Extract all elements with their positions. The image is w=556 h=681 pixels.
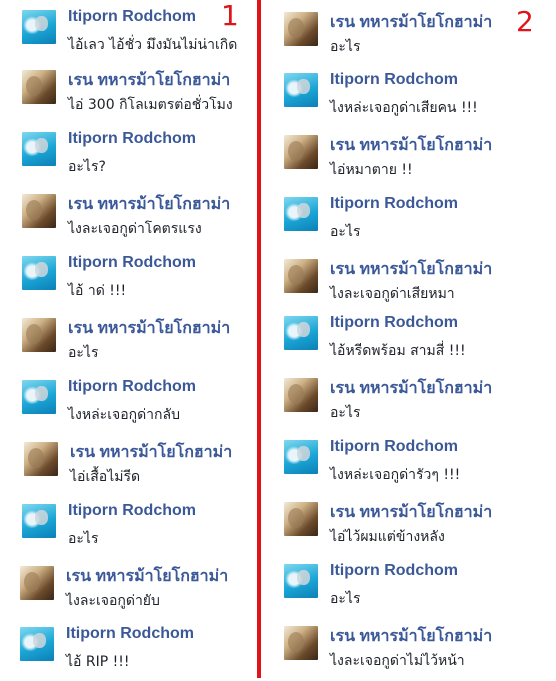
sender-name-link[interactable]: Itiporn Rodchom	[68, 130, 196, 148]
sender-name-link[interactable]: Itiporn Rodchom	[68, 8, 196, 26]
right-message-2: Itiporn Rodchom ไงหล่ะเจอกูด่าเสียคน !!!	[262, 71, 556, 127]
message-text: ไงละเจอกูด่าเสียหมา	[330, 286, 455, 302]
message-text: ไงหล่ะเจอกูด่าเสียคน !!!	[330, 100, 478, 116]
message-text: ไอ่หมาตาย !!	[330, 162, 413, 178]
sender-avatar[interactable]	[22, 70, 56, 104]
sender-name-link[interactable]: เรน ทหารม้าโยโกฮาม่า	[68, 192, 230, 217]
message-text: ไงละเจอกูด่ายับ	[66, 593, 160, 609]
sender-avatar[interactable]	[22, 256, 56, 290]
sender-avatar[interactable]	[284, 73, 318, 107]
sender-name-link[interactable]: Itiporn Rodchom	[330, 438, 458, 456]
message-text: ไอ้ าด่ !!!	[68, 283, 127, 299]
sender-name-link[interactable]: Itiporn Rodchom	[330, 195, 458, 213]
message-text: ไงหล่ะเจอกูด่ากลับ	[68, 407, 180, 423]
left-conversation-column: Itiporn Rodchom ไอ้เลว ไอ้ชั่ว มึงมันไม่น…	[0, 0, 258, 678]
message-text: ไงละเจอกูด่าโคตรแรง	[68, 221, 202, 237]
left-message-5: Itiporn Rodchom ไอ้ าด่ !!!	[0, 254, 258, 310]
left-message-2: เรน ทหารม้าโยโกฮาม่าไอ่ 300 กิโลเมตรต่อช…	[0, 68, 258, 124]
sender-avatar[interactable]	[284, 12, 318, 46]
sender-name-link[interactable]: Itiporn Rodchom	[330, 71, 458, 89]
sender-avatar[interactable]	[24, 442, 58, 476]
sender-avatar[interactable]	[22, 10, 56, 44]
sender-avatar[interactable]	[284, 440, 318, 474]
sender-name-link[interactable]: Itiporn Rodchom	[68, 378, 196, 396]
right-message-11: เรน ทหารม้าโยโกฮาม่าไงละเจอกูด่าไม่ไว้หน…	[262, 624, 556, 680]
sender-name-link[interactable]: เรน ทหารม้าโยโกฮาม่า	[330, 376, 492, 401]
message-text: อะไร	[330, 224, 361, 240]
message-text: ไอ้หรีดพร้อม สามสี่ !!!	[330, 343, 466, 359]
sender-avatar[interactable]	[284, 564, 318, 598]
sender-name-link[interactable]: Itiporn Rodchom	[330, 562, 458, 580]
right-conversation-column: เรน ทหารม้าโยโกฮาม่า อะไร Itiporn Rodchom ไ…	[262, 0, 556, 678]
sender-avatar[interactable]	[284, 197, 318, 231]
sender-avatar[interactable]	[22, 318, 56, 352]
sender-name-link[interactable]: Itiporn Rodchom	[66, 625, 194, 643]
message-text: อะไร	[330, 591, 361, 607]
left-message-3: Itiporn Rodchom อะไร?	[0, 130, 258, 186]
right-message-4: Itiporn Rodchom อะไร	[262, 195, 556, 251]
message-text: ไอ่ไว้ผมแต่ข้างหลัง	[330, 529, 445, 545]
sender-name-link[interactable]: เรน ทหารม้าโยโกฮาม่า	[330, 133, 492, 158]
sender-avatar[interactable]	[22, 504, 56, 538]
sender-name-link[interactable]: เรน ทหารม้าโยโกฮาม่า	[70, 440, 232, 465]
sender-name-link[interactable]: เรน ทหารม้าโยโกฮาม่า	[330, 624, 492, 649]
message-text: ไอ้เลว ไอ้ชั่ว มึงมันไม่น่าเกิด	[68, 37, 238, 53]
message-text: ไอ้ RIP !!!	[66, 654, 130, 670]
sender-avatar[interactable]	[284, 135, 318, 169]
message-text: ไอ่เสื้อไม่รีด	[70, 469, 141, 485]
sender-name-link[interactable]: เรน ทหารม้าโยโกฮาม่า	[330, 10, 492, 35]
message-text: อะไร	[330, 39, 361, 55]
sender-avatar[interactable]	[284, 502, 318, 536]
left-message-9: Itiporn Rodchom อะไร	[0, 502, 258, 558]
sender-name-link[interactable]: เรน ทหารม้าโยโกฮาม่า	[330, 500, 492, 525]
message-text: อะไร	[68, 531, 99, 547]
sender-name-link[interactable]: เรน ทหารม้าโยโกฮาม่า	[66, 564, 228, 589]
message-text: อะไร	[68, 345, 99, 361]
message-text: ไงละเจอกูด่าไม่ไว้หน้า	[330, 653, 465, 669]
sender-avatar[interactable]	[22, 194, 56, 228]
message-text: อะไร?	[68, 159, 106, 175]
left-message-8: เรน ทหารม้าโยโกฮาม่าไอ่เสื้อไม่รีด	[0, 440, 258, 496]
right-message-5: เรน ทหารม้าโยโกฮาม่าไงละเจอกูด่าเสียหมา	[262, 257, 556, 313]
sender-name-link[interactable]: Itiporn Rodchom	[330, 314, 458, 332]
sender-avatar[interactable]	[20, 627, 54, 661]
left-message-10: เรน ทหารม้าโยโกฮาม่าไงละเจอกูด่ายับ	[0, 564, 258, 620]
message-text: ไงหล่ะเจอกูด่ารัวๆ !!!	[330, 467, 461, 483]
left-message-11: Itiporn Rodchom ไอ้ RIP !!!	[0, 625, 258, 681]
right-message-8: Itiporn Rodchom ไงหล่ะเจอกูด่ารัวๆ !!!	[262, 438, 556, 494]
red-divider-line	[257, 0, 261, 678]
sender-name-link[interactable]: เรน ทหารม้าโยโกฮาม่า	[68, 316, 230, 341]
sender-name-link[interactable]: Itiporn Rodchom	[68, 502, 196, 520]
column-marker-2: 2	[516, 5, 534, 38]
left-message-1: Itiporn Rodchom ไอ้เลว ไอ้ชั่ว มึงมันไม่น…	[0, 8, 258, 64]
right-message-7: เรน ทหารม้าโยโกฮาม่าอะไร	[262, 376, 556, 432]
right-message-9: เรน ทหารม้าโยโกฮาม่าไอ่ไว้ผมแต่ข้างหลัง	[262, 500, 556, 556]
sender-name-link[interactable]: เรน ทหารม้าโยโกฮาม่า	[330, 257, 492, 282]
right-message-3: เรน ทหารม้าโยโกฮาม่าไอ่หมาตาย !!	[262, 133, 556, 189]
column-marker-1: 1	[221, 0, 239, 32]
sender-avatar[interactable]	[284, 378, 318, 412]
left-message-7: Itiporn Rodchom ไงหล่ะเจอกูด่ากลับ	[0, 378, 258, 434]
sender-avatar[interactable]	[20, 566, 54, 600]
right-message-10: Itiporn Rodchom อะไร	[262, 562, 556, 618]
right-message-6: Itiporn Rodchom ไอ้หรีดพร้อม สามสี่ !!!	[262, 314, 556, 370]
sender-avatar[interactable]	[284, 259, 318, 293]
sender-name-link[interactable]: Itiporn Rodchom	[68, 254, 196, 272]
right-message-1: เรน ทหารม้าโยโกฮาม่าอะไร	[262, 10, 556, 66]
message-text: อะไร	[330, 405, 361, 421]
sender-avatar[interactable]	[284, 626, 318, 660]
sender-avatar[interactable]	[22, 380, 56, 414]
left-message-6: เรน ทหารม้าโยโกฮาม่าอะไร	[0, 316, 258, 372]
sender-avatar[interactable]	[22, 132, 56, 166]
message-text: ไอ่ 300 กิโลเมตรต่อชั่วโมง	[68, 97, 233, 113]
sender-name-link[interactable]: เรน ทหารม้าโยโกฮาม่า	[68, 68, 230, 93]
sender-avatar[interactable]	[284, 316, 318, 350]
left-message-4: เรน ทหารม้าโยโกฮาม่าไงละเจอกูด่าโคตรแรง	[0, 192, 258, 248]
